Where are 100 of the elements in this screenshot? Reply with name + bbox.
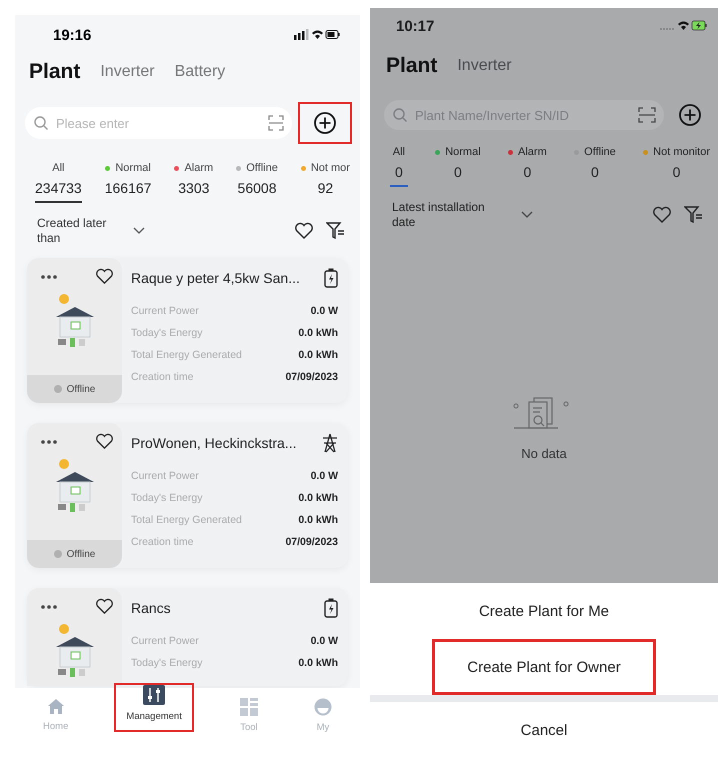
metric-value: 0.0 kWh bbox=[298, 492, 338, 504]
filter-label: Normal bbox=[445, 146, 481, 158]
tab[interactable]: Battery bbox=[174, 63, 226, 81]
metric-label: Today's Energy bbox=[131, 492, 202, 504]
filter-icon[interactable] bbox=[326, 221, 346, 241]
filter-count: 92 bbox=[318, 180, 334, 198]
metric-value: 0.0 W bbox=[310, 470, 338, 482]
metric-value: 0.0 W bbox=[310, 305, 338, 317]
metric-value: 0.0 W bbox=[310, 635, 338, 647]
filter-label: All bbox=[392, 146, 406, 158]
user-circle-icon bbox=[314, 698, 332, 716]
filter-label: Not mor bbox=[310, 162, 350, 174]
status-filter[interactable]: Not mor 92 bbox=[300, 162, 350, 203]
heart-icon[interactable] bbox=[95, 433, 114, 450]
metric-value: 0.0 kWh bbox=[298, 657, 338, 669]
search-icon bbox=[392, 107, 408, 123]
filter-count: 166167 bbox=[104, 180, 152, 198]
filter-count: 56008 bbox=[238, 180, 276, 198]
scan-icon[interactable] bbox=[268, 115, 284, 131]
nav-item[interactable]: Management bbox=[116, 685, 192, 730]
scan-icon[interactable] bbox=[638, 107, 656, 123]
metric-value: 0.0 kWh bbox=[298, 327, 338, 339]
filter-count: 0 bbox=[591, 164, 599, 182]
status-filter[interactable]: Alarm 0 bbox=[508, 146, 547, 187]
metric-label: Creation time bbox=[131, 371, 194, 383]
grid-icon bbox=[240, 698, 258, 716]
battery-charge-icon bbox=[324, 268, 338, 288]
offline-dot-icon bbox=[54, 550, 62, 558]
filter-count: 0 bbox=[672, 164, 680, 182]
filter-count: 3303 bbox=[178, 180, 210, 198]
filter-icon[interactable] bbox=[684, 205, 704, 225]
transmission-tower-icon bbox=[322, 433, 338, 453]
tab[interactable]: Plant bbox=[386, 54, 438, 78]
search-input[interactable]: Please enter bbox=[54, 114, 263, 132]
status-filter[interactable]: Alarm 3303 bbox=[174, 162, 214, 203]
heart-icon[interactable] bbox=[652, 206, 672, 224]
status-filter[interactable]: Normal 166167 bbox=[104, 162, 152, 203]
metric-label: Current Power bbox=[131, 470, 199, 482]
filter-count: 0 bbox=[454, 164, 462, 182]
metric-value: 0.0 kWh bbox=[298, 349, 338, 361]
more-icon[interactable] bbox=[41, 274, 57, 278]
sheet-option[interactable]: Create Plant for Owner bbox=[432, 639, 656, 695]
plant-card[interactable]: Offline Raque y peter 4,5kw San... Current Power 0.0 W Today's Energy 0.0 kWh Total Energy Generated 0.0 kWh Creation time 07/09/2023 bbox=[27, 258, 348, 403]
chevron-down-icon bbox=[521, 211, 533, 219]
tab[interactable]: Inverter bbox=[100, 63, 155, 81]
plant-status: Offline bbox=[66, 548, 96, 560]
plant-card[interactable]: Offline ProWonen, Heckinckstra... Current Power 0.0 W Today's Energy 0.0 kWh Total Energy Generated 0.0 kWh Creation time 07/09/2023 bbox=[27, 423, 348, 568]
metric-label: Total Energy Generated bbox=[131, 349, 242, 361]
status-icons bbox=[294, 29, 340, 41]
filter-label: Alarm bbox=[518, 146, 547, 158]
add-button[interactable] bbox=[300, 104, 350, 142]
filter-count: 0 bbox=[524, 164, 532, 182]
heart-icon[interactable] bbox=[294, 222, 314, 240]
home-icon bbox=[46, 698, 65, 715]
sort-dropdown[interactable]: Latest installation date bbox=[392, 200, 507, 230]
metric-label: Today's Energy bbox=[131, 657, 202, 669]
battery-charge-icon bbox=[324, 598, 338, 618]
plant-status: Offline bbox=[66, 384, 96, 394]
filter-count: 0 bbox=[390, 164, 408, 187]
filter-label: All bbox=[52, 162, 64, 174]
more-icon[interactable] bbox=[41, 440, 57, 444]
status-filter[interactable]: Not monitor 0 bbox=[643, 146, 710, 187]
add-icon bbox=[678, 103, 702, 127]
plant-card[interactable]: Rancs Current Power 0.0 W Today's Energy 0.0 kWh bbox=[27, 588, 348, 686]
metric-label: Total Energy Generated bbox=[131, 514, 242, 526]
search-field[interactable]: Please enter bbox=[25, 107, 292, 139]
sort-dropdown[interactable]: Created later than bbox=[37, 216, 119, 246]
status-filter[interactable]: All 234733 bbox=[35, 162, 82, 203]
status-filter[interactable]: Normal 0 bbox=[435, 146, 481, 187]
add-icon bbox=[313, 111, 337, 135]
tab[interactable]: Plant bbox=[29, 60, 80, 84]
metric-label: Today's Energy bbox=[131, 327, 202, 339]
plant-name: ProWonen, Heckinckstra... bbox=[131, 435, 296, 451]
filter-count: 234733 bbox=[35, 180, 82, 203]
metric-value: 07/09/2023 bbox=[285, 371, 338, 383]
metric-value: 0.0 kWh bbox=[298, 514, 338, 526]
empty-message: No data bbox=[521, 446, 567, 461]
status-filter[interactable]: All 0 bbox=[390, 146, 408, 187]
plant-name: Rancs bbox=[131, 600, 171, 616]
chevron-down-icon bbox=[133, 227, 145, 235]
metric-label: Current Power bbox=[131, 305, 199, 317]
search-icon bbox=[33, 115, 49, 131]
status-icons bbox=[660, 20, 708, 32]
filter-label: Not monitor bbox=[653, 146, 710, 158]
heart-icon[interactable] bbox=[95, 598, 114, 615]
status-filter[interactable]: Offline 56008 bbox=[236, 162, 278, 203]
metric-label: Current Power bbox=[131, 635, 199, 647]
metric-value: 07/09/2023 bbox=[285, 536, 338, 548]
more-icon[interactable] bbox=[41, 604, 57, 608]
filter-label: Alarm bbox=[184, 162, 214, 174]
offline-dot-icon bbox=[54, 385, 62, 393]
filter-label: Offline bbox=[584, 146, 616, 158]
plant-name: Raque y peter 4,5kw San... bbox=[131, 270, 300, 286]
tab[interactable]: Inverter bbox=[457, 57, 512, 75]
heart-icon[interactable] bbox=[95, 268, 114, 285]
status-time: 19:16 bbox=[53, 26, 92, 44]
status-filter[interactable]: Offline 0 bbox=[574, 146, 616, 187]
filter-label: Normal bbox=[115, 162, 151, 174]
filter-label: Offline bbox=[246, 162, 278, 174]
metric-label: Creation time bbox=[131, 536, 194, 548]
